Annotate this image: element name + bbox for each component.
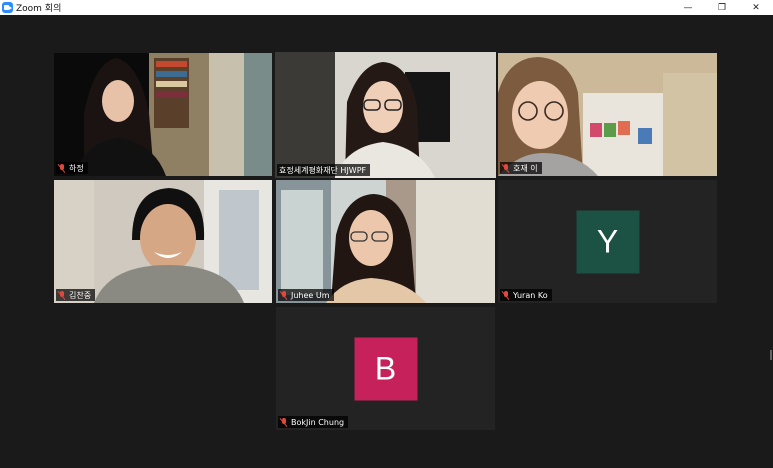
gallery-view: 하정 효정세계평화재단 HJWPF 호재 이 김찬중 Juhee Um Y Yu… — [0, 15, 773, 468]
participant-name: Juhee Um — [291, 290, 330, 300]
window-titlebar: Zoom 회의 — ❐ ✕ — [0, 0, 773, 15]
participant-tile-active-speaker[interactable]: 효정세계평화재단 HJWPF — [275, 52, 496, 178]
participant-name-tag: Juhee Um — [278, 289, 334, 301]
participant-tile[interactable]: Y Yuran Ko — [498, 180, 717, 303]
minimize-button[interactable]: — — [671, 0, 705, 15]
avatar-initial: B — [374, 350, 397, 386]
participant-video — [276, 180, 495, 303]
participant-name: Yuran Ko — [513, 290, 548, 300]
participant-video — [275, 52, 496, 178]
participant-name-tag: 호재 이 — [500, 162, 542, 174]
mic-muted-icon — [502, 290, 510, 300]
participant-name: BokJin Chung — [291, 417, 345, 427]
participant-name: 호재 이 — [513, 163, 538, 173]
mic-muted-icon — [280, 290, 288, 300]
participant-avatar: Y — [576, 210, 639, 273]
mic-muted-icon — [502, 163, 510, 173]
participant-tile[interactable]: 하정 — [54, 53, 272, 176]
participant-name-tag: 효정세계평화재단 HJWPF — [277, 164, 371, 176]
participant-video — [54, 180, 272, 303]
participant-name: 김찬중 — [69, 290, 92, 300]
participant-avatar: B — [354, 337, 417, 400]
participant-name-tag: Yuran Ko — [500, 289, 552, 301]
participant-tile[interactable]: 호재 이 — [498, 53, 717, 176]
participant-tile[interactable]: 김찬중 — [54, 180, 272, 303]
avatar-initial: Y — [596, 223, 619, 259]
participant-tile[interactable]: B BokJin Chung — [276, 307, 495, 430]
close-button[interactable]: ✕ — [739, 0, 773, 15]
mic-muted-icon — [280, 417, 288, 427]
participant-video — [498, 53, 717, 176]
participant-name-tag: BokJin Chung — [278, 416, 349, 428]
mic-muted-icon — [58, 163, 66, 173]
participant-name: 하정 — [69, 163, 84, 173]
participant-name: 효정세계평화재단 HJWPF — [279, 165, 367, 175]
mic-muted-icon — [58, 290, 66, 300]
window-title: Zoom 회의 — [16, 4, 62, 14]
participant-name-tag: 김찬중 — [56, 289, 96, 301]
participant-video — [54, 53, 272, 176]
restore-button[interactable]: ❐ — [705, 0, 739, 15]
participant-tile[interactable]: Juhee Um — [276, 180, 495, 303]
participant-name-tag: 하정 — [56, 162, 88, 174]
zoom-app-icon — [2, 2, 13, 13]
window-controls: — ❐ ✕ — [671, 0, 773, 15]
panel-resize-handle[interactable] — [770, 350, 772, 360]
